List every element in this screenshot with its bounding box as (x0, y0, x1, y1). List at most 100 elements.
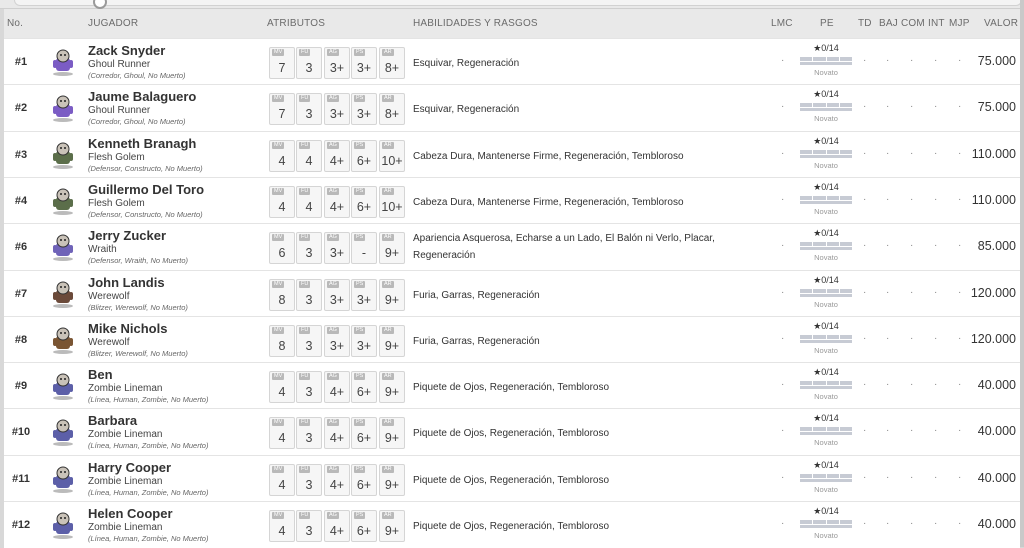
player-position: Ghoul Runner (88, 105, 151, 117)
attribute-label: AG (327, 49, 339, 56)
player-value: 40.000 (977, 378, 1016, 393)
player-name[interactable]: Barbara (88, 413, 137, 428)
header-player[interactable]: JUGADOR (88, 18, 138, 29)
attribute-box-ag: AG 3+ (324, 93, 350, 126)
player-name[interactable]: Jaume Balaguero (88, 89, 196, 104)
attribute-value: 6+ (356, 385, 372, 400)
header-lmc[interactable]: LMC (771, 18, 793, 29)
experience-points: ★0/14 (813, 43, 839, 53)
attribute-value: 7 (278, 61, 286, 75)
player-value: 75.000 (977, 54, 1016, 68)
attribute-value: 3+ (329, 61, 345, 75)
attribute-box-ps: PS 6+ (351, 139, 377, 172)
page-scrollbar[interactable] (1020, 0, 1024, 547)
stat-td: · (863, 101, 867, 113)
attribute-box-mv: MV 4 (269, 185, 295, 218)
player-name[interactable]: Ben (88, 367, 113, 382)
table-row[interactable]: #7 John Landis Werewolf (Blitzer, Werewolf… (4, 269, 1020, 317)
header-mjp[interactable]: MJP (949, 18, 970, 29)
player-avatar (50, 94, 76, 123)
table-row[interactable]: #2 Jaume Balaguero Ghoul Runner (Corredor,… (4, 84, 1020, 132)
table-row[interactable]: #11 Harry Cooper Zombie Lineman (Línea, Hu… (4, 454, 1020, 502)
player-skills: Apariencia Asquerosa, Echarse a un Lado,… (413, 233, 715, 262)
attribute-box-mv: MV 8 (269, 324, 295, 357)
attribute-label: FU (299, 280, 311, 288)
player-avatar (50, 326, 76, 354)
attribute-box-ar: AR 10+ (379, 139, 405, 172)
experience-points: ★0/14 (813, 89, 839, 100)
header-int[interactable]: INT (928, 18, 945, 29)
attribute-box-ar: AR 8+ (379, 47, 405, 79)
attribute-label: PS (354, 234, 366, 242)
stat-lmc: · (781, 286, 785, 298)
experience-bar (800, 427, 852, 432)
attribute-value: 9+ (384, 338, 400, 353)
player-number: #6 (14, 241, 28, 254)
attribute-label: PS (354, 326, 366, 334)
table-row[interactable]: #4 Guillermo Del Toro Flesh Golem (Defenso… (4, 176, 1020, 224)
experience-bar (800, 149, 852, 154)
player-value: 40.000 (977, 424, 1016, 439)
experience-bar (800, 381, 852, 386)
attribute-label: MV (272, 419, 285, 427)
player-position: Flesh Golem (88, 197, 145, 209)
player-position: Werewolf (88, 336, 130, 348)
player-name[interactable]: Guillermo Del Toro (88, 182, 204, 197)
attribute-value: 3+ (329, 107, 345, 122)
attribute-box-fu: FU 3 (296, 232, 322, 265)
experience-bar (800, 520, 852, 524)
stat-baj: · (886, 240, 890, 252)
player-name[interactable]: John Landis (88, 275, 165, 290)
table-row[interactable]: #8 Mike Nichols Werewolf (Blitzer, Werewol… (4, 315, 1020, 363)
player-level: Novato (814, 345, 838, 355)
player-name[interactable]: Kenneth Branagh (88, 136, 196, 151)
player-keywords: (Corredor, Ghoul, No Muerto) (88, 117, 186, 127)
experience-bar-secondary (800, 339, 852, 343)
attribute-value: 3 (305, 431, 313, 446)
attribute-box-ag: AG 3+ (324, 324, 350, 357)
attribute-value: 4+ (329, 385, 345, 400)
player-avatar (50, 372, 76, 401)
player-name[interactable]: Harry Cooper (88, 460, 171, 475)
player-position: Zombie Lineman (88, 475, 163, 487)
table-row[interactable]: #9 Ben Zombie Lineman (Línea, Human, Zombi… (4, 362, 1020, 410)
top-scroll-track[interactable] (14, 0, 1022, 6)
player-name[interactable]: Helen Cooper (88, 506, 173, 521)
attribute-box-ag: AG 4+ (324, 185, 350, 218)
attribute-label: AG (327, 187, 339, 195)
attribute-label: FU (299, 187, 311, 195)
experience-points: ★0/14 (813, 228, 839, 239)
player-position: Werewolf (88, 290, 130, 302)
player-value: 120.000 (970, 331, 1016, 346)
top-scroll-handle[interactable] (93, 0, 107, 9)
attribute-label: AG (327, 234, 339, 242)
header-value[interactable]: VALOR (984, 18, 1018, 29)
player-number: #11 (12, 472, 30, 485)
stat-baj: · (886, 518, 890, 529)
header-com[interactable]: COM (901, 18, 925, 29)
header-attributes[interactable]: ATRIBUTOS (267, 18, 325, 29)
table-row[interactable]: #1 Zack Snyder Ghoul Runner (Corredor, Gho… (4, 38, 1020, 85)
stat-mjp: · (958, 240, 962, 252)
player-name[interactable]: Jerry Zucker (88, 228, 166, 243)
player-name[interactable]: Mike Nichols (88, 321, 167, 336)
attribute-value: 6+ (356, 477, 372, 492)
attribute-value: 3 (305, 61, 313, 75)
attribute-value: 6+ (356, 153, 372, 168)
header-pe[interactable]: PE (820, 18, 834, 29)
table-row[interactable]: #12 Helen Cooper Zombie Lineman (Línea, Hu… (4, 501, 1020, 548)
table-row[interactable]: #3 Kenneth Branagh Flesh Golem (Defensor, … (4, 130, 1020, 178)
table-row[interactable]: #6 Jerry Zucker Wraith (Defensor, Wraith, … (4, 223, 1020, 271)
attribute-label: PS (354, 141, 366, 149)
stat-td: · (863, 471, 867, 483)
player-name[interactable]: Zack Snyder (88, 43, 165, 58)
header-skills[interactable]: HABILIDADES Y RASGOS (413, 18, 538, 29)
experience-points: ★0/14 (813, 413, 839, 424)
stat-baj: · (886, 55, 890, 66)
header-baj[interactable]: BAJ (879, 18, 898, 29)
stat-baj: · (886, 101, 890, 113)
header-td[interactable]: TD (858, 18, 872, 29)
attribute-label: AR (382, 373, 394, 381)
table-row[interactable]: #10 Barbara Zombie Lineman (Línea, Human, … (4, 408, 1020, 456)
header-no[interactable]: No. (7, 18, 23, 29)
